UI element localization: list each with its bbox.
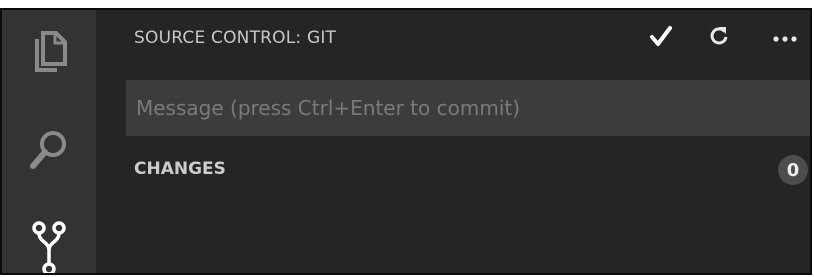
files-icon — [29, 30, 69, 74]
commit-button[interactable] — [646, 24, 676, 52]
source-control-panel: SOURCE CONTROL: GIT Message (press Ctrl+… — [96, 10, 810, 273]
panel-header: SOURCE CONTROL: GIT — [96, 10, 810, 68]
activity-item-explorer[interactable] — [2, 30, 96, 74]
activity-item-search[interactable] — [2, 128, 96, 172]
changes-label: CHANGES — [134, 159, 226, 179]
changes-count-badge: 0 — [778, 155, 808, 185]
window-frame: SOURCE CONTROL: GIT Message (press Ctrl+… — [0, 8, 812, 275]
more-actions-button[interactable] — [770, 24, 800, 52]
more-icon — [772, 29, 798, 48]
panel-title: SOURCE CONTROL: GIT — [134, 28, 337, 48]
refresh-icon — [708, 25, 730, 51]
refresh-button[interactable] — [704, 24, 734, 52]
search-icon — [29, 128, 69, 172]
commit-message-input[interactable] — [126, 80, 810, 136]
checkmark-icon — [650, 25, 672, 51]
activity-item-source-control[interactable] — [2, 220, 96, 273]
changes-section-header[interactable]: CHANGES 0 — [96, 150, 810, 188]
source-control-icon — [29, 220, 69, 273]
activity-bar — [2, 10, 96, 273]
